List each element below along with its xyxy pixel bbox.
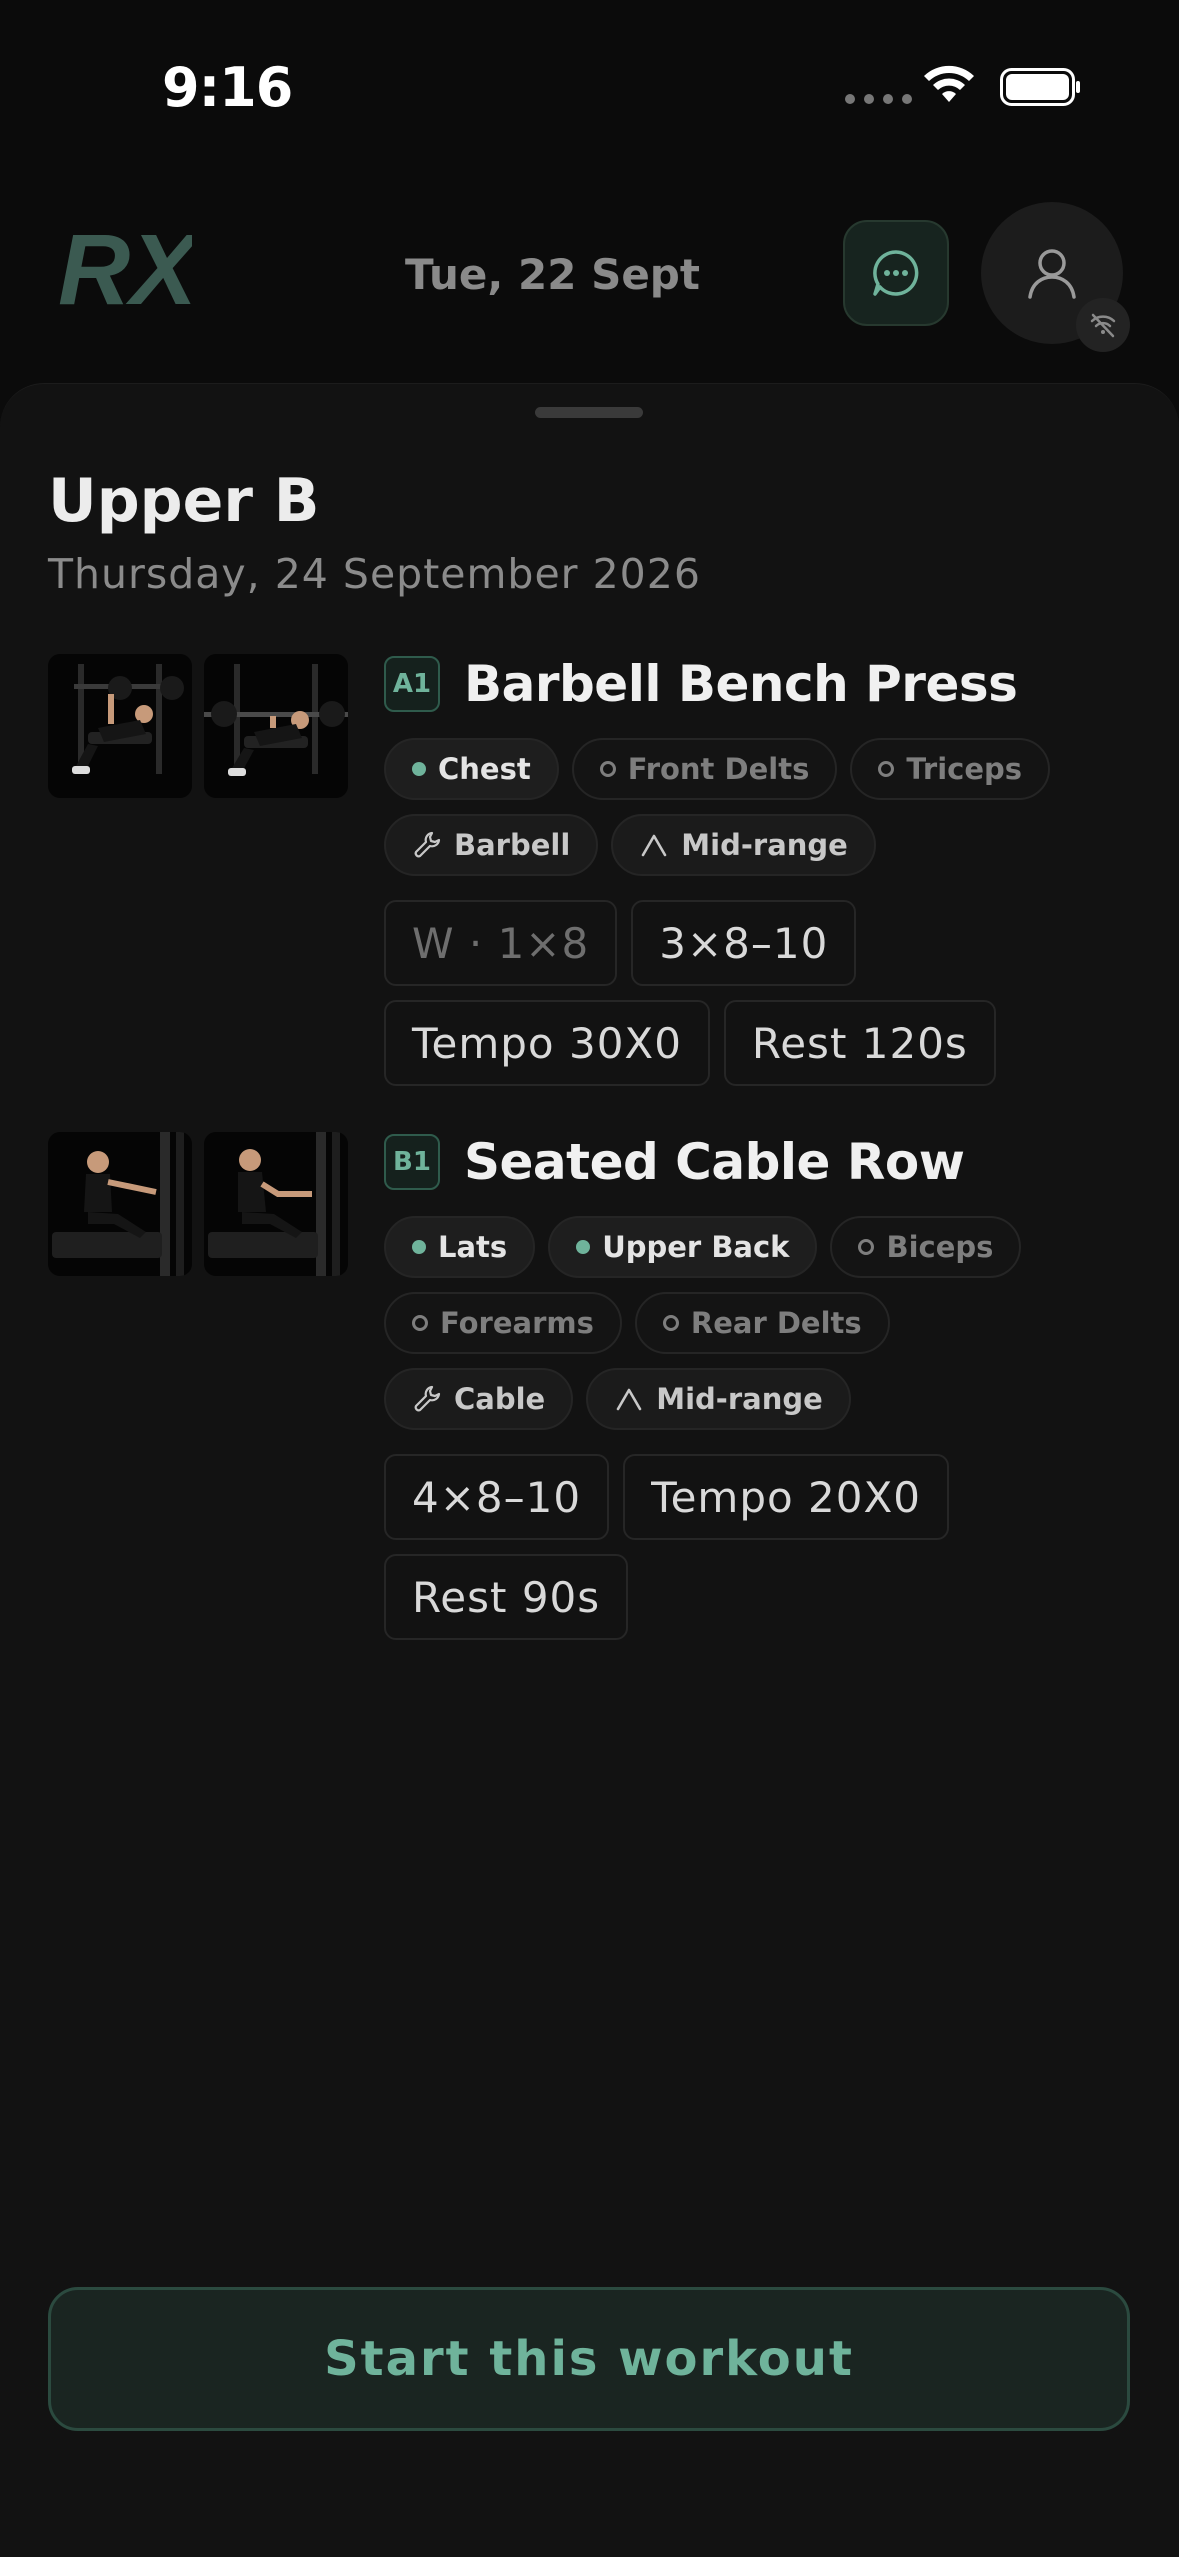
secondary-ring-icon — [412, 1315, 428, 1331]
exercise-info: A1 Barbell Bench Press Chest Front Delts… — [384, 654, 1144, 1086]
secondary-ring-icon — [858, 1239, 875, 1255]
chat-button[interactable] — [843, 220, 949, 326]
muscle-chip-primary: Upper Back — [548, 1216, 818, 1278]
wrench-icon — [414, 831, 441, 858]
rest-pill: Rest 120s — [723, 1000, 996, 1086]
exercise-params: W · 1×8 3×8–10 Tempo 30X0 Rest 120s — [384, 900, 1084, 1086]
workout-sheet: Upper B Thursday, 24 September 2026 A1 B… — [0, 383, 1179, 2557]
exercise-thumbnail-start — [48, 1132, 192, 1276]
cable-row-illustration — [208, 1132, 340, 1276]
exercise-thumbnail-end — [204, 1132, 348, 1276]
muscle-chip-secondary: Front Delts — [571, 738, 838, 800]
logo-text: RX — [58, 224, 192, 310]
range-chip: Mid-range — [611, 814, 876, 876]
status-time: 9:16 — [162, 56, 293, 119]
range-chip: Mid-range — [586, 1368, 851, 1430]
exercise-info: B1 Seated Cable Row Lats Upper Back Bice… — [384, 1132, 1144, 1640]
exercise-thumbnail-end — [204, 654, 348, 798]
secondary-ring-icon — [662, 1315, 679, 1331]
rx-logo: RX — [58, 224, 192, 310]
muscle-chip-secondary: Forearms — [384, 1292, 622, 1354]
tempo-pill: Tempo 20X0 — [623, 1454, 949, 1540]
bench-press-illustration — [204, 664, 348, 776]
exercise-tags: Lats Upper Back Biceps Forearms Rear Del… — [384, 1216, 1084, 1430]
app-header: RX Tue, 22 Sept — [0, 190, 1179, 360]
workout-date: Thursday, 24 September 2026 — [48, 550, 701, 598]
person-icon — [1028, 249, 1076, 299]
chat-bubble-icon — [873, 250, 919, 296]
exercise-code-badge: B1 — [384, 1134, 440, 1190]
exercise-code-badge: A1 — [384, 656, 440, 712]
caret-up-icon — [641, 834, 667, 857]
cellular-signal-icon — [845, 94, 912, 104]
sets-reps-pill: 4×8–10 — [384, 1454, 610, 1540]
secondary-ring-icon — [599, 761, 616, 777]
exercise-tags: Chest Front Delts Triceps Barbell Mid-ra… — [384, 738, 1084, 876]
muscle-chip-primary: Chest — [384, 738, 559, 800]
warmup-sets-pill: W · 1×8 — [384, 900, 618, 986]
exercise-name[interactable]: Seated Cable Row — [464, 1133, 965, 1191]
exercise-name[interactable]: Barbell Bench Press — [464, 655, 1018, 713]
muscle-chip-secondary: Biceps — [830, 1216, 1022, 1278]
secondary-ring-icon — [878, 761, 895, 777]
muscle-chip-secondary: Rear Delts — [634, 1292, 890, 1354]
exercise-thumbnail-start — [48, 654, 192, 798]
status-bar: 9:16 — [0, 0, 1179, 170]
muscle-chip-primary: Lats — [384, 1216, 536, 1278]
rest-pill: Rest 90s — [384, 1554, 629, 1640]
primary-dot-icon — [576, 1240, 591, 1254]
battery-icon — [1000, 68, 1080, 106]
tempo-pill: Tempo 30X0 — [384, 1000, 710, 1086]
offline-badge — [1076, 298, 1130, 352]
sets-reps-pill: 3×8–10 — [631, 900, 857, 986]
primary-dot-icon — [412, 1240, 426, 1254]
workout-title: Upper B — [48, 466, 320, 536]
start-workout-button[interactable]: Start this workout — [48, 2287, 1130, 2431]
header-date: Tue, 22 Sept — [405, 250, 700, 299]
wifi-icon — [924, 65, 974, 102]
sheet-grabber[interactable] — [535, 407, 643, 418]
caret-up-icon — [616, 1388, 642, 1411]
exercise-params: 4×8–10 Tempo 20X0 Rest 90s — [384, 1454, 1084, 1640]
bench-press-illustration — [72, 664, 184, 774]
equipment-chip: Cable — [384, 1368, 574, 1430]
cable-row-illustration — [52, 1132, 184, 1276]
equipment-chip: Barbell — [384, 814, 599, 876]
wifi-off-icon — [1090, 313, 1116, 338]
wrench-icon — [414, 1385, 441, 1412]
muscle-chip-secondary: Triceps — [850, 738, 1051, 800]
primary-dot-icon — [412, 762, 426, 776]
